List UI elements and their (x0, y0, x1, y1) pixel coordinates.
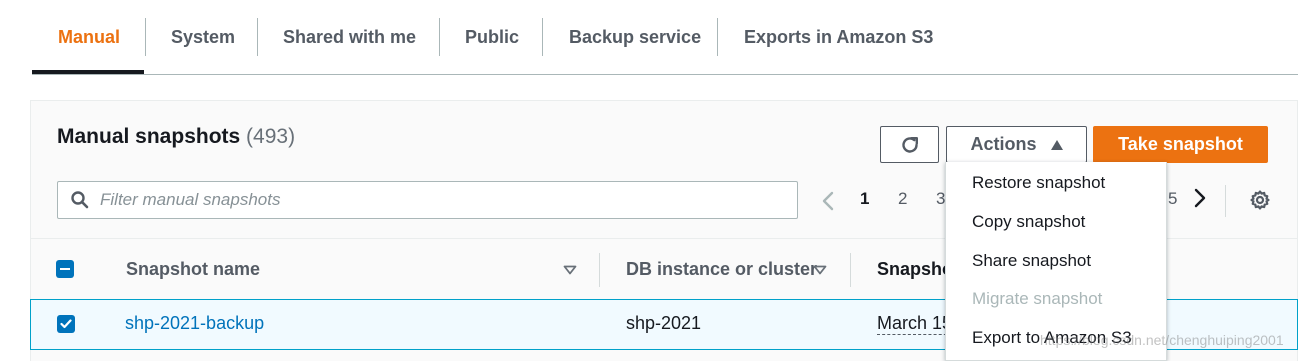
search-box (57, 181, 798, 219)
snapshot-count: (493) (246, 125, 296, 148)
pager-divider (1225, 185, 1226, 217)
menu-item-share-snapshot[interactable]: Share snapshot (972, 251, 1091, 271)
sort-down-icon[interactable] (563, 265, 577, 275)
snapshot-time-value[interactable]: March 15 (877, 313, 953, 335)
tab-exports-s3[interactable]: Exports in Amazon S3 (744, 18, 933, 56)
tab-public[interactable]: Public (465, 18, 519, 56)
column-snapshot-name[interactable]: Snapshot name (126, 259, 260, 280)
db-instance-value: shp-2021 (626, 313, 702, 333)
row-checkbox[interactable] (57, 315, 75, 333)
active-tab-indicator (32, 70, 144, 74)
checkmark-icon (60, 319, 72, 329)
refresh-icon (901, 136, 918, 153)
search-icon (71, 191, 89, 209)
gear-icon[interactable] (1249, 189, 1271, 211)
sort-down-icon[interactable] (813, 265, 827, 275)
actions-label: Actions (970, 134, 1037, 154)
caret-up-icon (1050, 139, 1063, 150)
tab-divider (717, 18, 718, 56)
menu-item-restore-snapshot[interactable]: Restore snapshot (972, 173, 1105, 193)
select-all-checkbox[interactable] (56, 260, 74, 278)
panel-title-text: Manual snapshots (57, 125, 241, 148)
tab-system[interactable]: System (171, 18, 235, 56)
tab-shared-with-me[interactable]: Shared with me (283, 18, 416, 56)
tab-divider (439, 18, 440, 56)
column-divider (599, 253, 600, 287)
take-snapshot-button[interactable]: Take snapshot (1093, 126, 1268, 163)
menu-item-copy-snapshot[interactable]: Copy snapshot (972, 212, 1085, 232)
search-input[interactable] (98, 189, 778, 211)
chevron-right-icon[interactable] (1193, 187, 1207, 209)
snapshot-name-link[interactable]: shp-2021-backup (125, 313, 264, 334)
menu-item-migrate-snapshot: Migrate snapshot (972, 289, 1103, 308)
refresh-button[interactable] (880, 126, 939, 163)
page-last[interactable]: 5 (1168, 189, 1177, 209)
watermark: https://blog.csdn.net/chenghuiping2001 (1040, 332, 1284, 348)
tab-divider (145, 18, 146, 56)
tab-manual[interactable]: Manual (58, 18, 120, 56)
tab-bar: Manual System Shared with me Public Back… (32, 0, 1298, 75)
page-1[interactable]: 1 (860, 189, 869, 209)
chevron-left-icon[interactable] (821, 190, 835, 212)
page-2[interactable]: 2 (898, 189, 907, 209)
panel-title: Manual snapshots (493) (57, 125, 295, 149)
column-divider (850, 253, 851, 287)
tab-divider (542, 18, 543, 56)
actions-button[interactable]: Actions (946, 126, 1087, 163)
column-db-instance[interactable]: DB instance or cluster (626, 259, 817, 280)
tab-backup-service[interactable]: Backup service (569, 18, 701, 56)
indeterminate-icon (60, 268, 70, 270)
tab-divider (257, 18, 258, 56)
